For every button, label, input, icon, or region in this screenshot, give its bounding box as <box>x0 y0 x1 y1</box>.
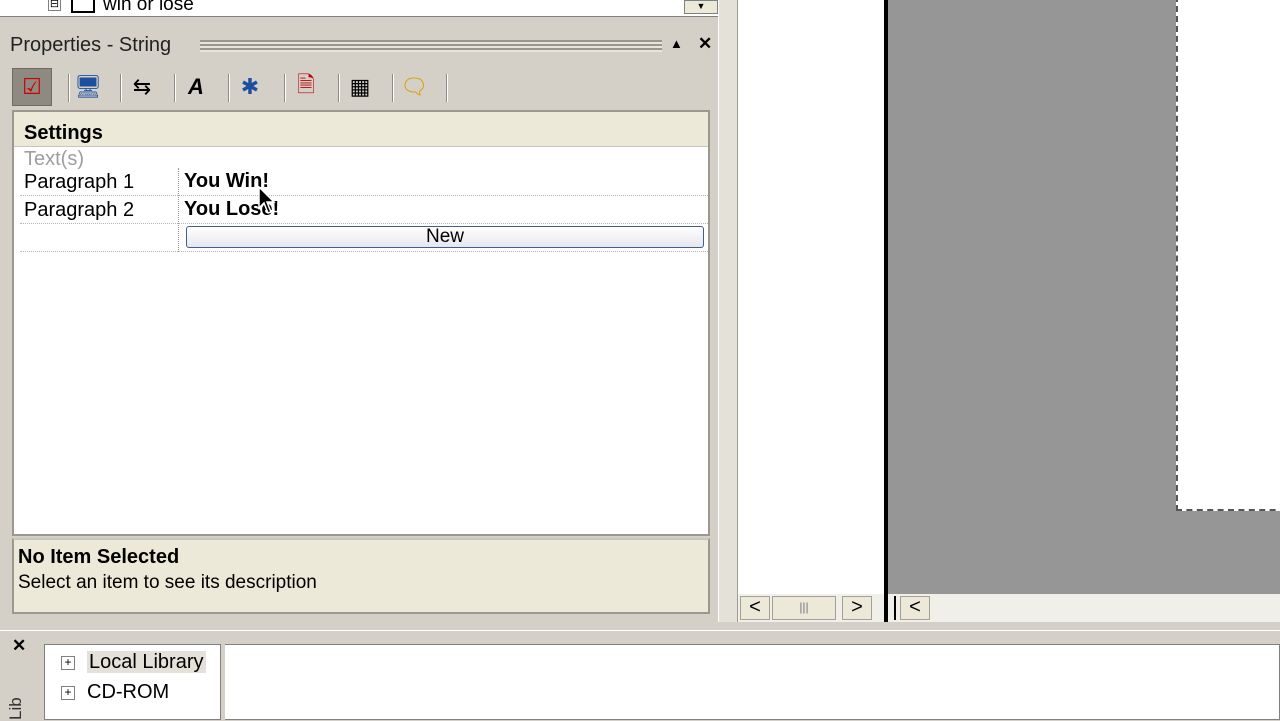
tree-node-label: win or lose <box>103 0 194 15</box>
library-item-local[interactable]: + Local Library <box>61 651 206 674</box>
scroll-left-button[interactable]: < <box>740 596 770 620</box>
tree-dropdown-button[interactable]: ▼ <box>684 0 718 14</box>
folder-icon <box>71 0 95 13</box>
description-text: Select an item to see its description <box>18 572 317 593</box>
close-library-icon[interactable]: ✕ <box>12 636 26 656</box>
property-grid: Settings Text(s) Paragraph 1 You Win! Pa… <box>12 110 710 536</box>
actor-icon[interactable]: ✱ <box>230 68 270 106</box>
settings-section-header[interactable]: Settings <box>14 112 708 147</box>
page-icon[interactable]: 🗎 <box>286 68 326 106</box>
monitor-icon[interactable]: 🖥 <box>68 68 108 106</box>
new-paragraph-button[interactable]: New <box>186 226 704 248</box>
property-label: Paragraph 2 <box>24 199 135 221</box>
library-item-label: Local Library <box>87 651 206 673</box>
stage-left-area <box>738 0 884 594</box>
stage-canvas-page[interactable] <box>1176 0 1280 511</box>
collapse-toggle-icon[interactable]: ⊟ <box>48 0 61 12</box>
scroll-right-button[interactable]: > <box>842 596 872 620</box>
font-icon[interactable]: A <box>176 68 216 106</box>
property-label: Paragraph 1 <box>24 171 135 193</box>
note-icon[interactable]: 🗨 <box>394 68 434 106</box>
properties-panel-title: Properties - String <box>10 34 172 56</box>
description-panel: No Item Selected Select an item to see i… <box>12 538 710 614</box>
grid-table-icon[interactable]: ▦ <box>340 68 380 106</box>
panel-splitter[interactable] <box>718 0 738 622</box>
scroll-thumb[interactable]: ||| <box>772 596 836 620</box>
horizontal-scrollbar-left[interactable]: < ||| > <box>738 594 884 622</box>
checklist-icon[interactable]: ☑ <box>12 68 52 106</box>
move-arrows-icon[interactable]: ⇆ <box>122 68 162 106</box>
library-tab[interactable]: Lib <box>6 686 32 720</box>
property-row-paragraph-2[interactable]: Paragraph 2 You Lose! <box>20 196 708 224</box>
scene-tree-strip: ⊟ win or lose <box>0 0 718 17</box>
close-panel-icon[interactable]: ✕ <box>698 34 712 54</box>
tree-node-win-or-lose[interactable]: ⊟ win or lose <box>48 0 194 16</box>
scroll-left-button[interactable]: < <box>900 596 930 620</box>
property-row-paragraph-1[interactable]: Paragraph 1 You Win! <box>20 168 708 196</box>
panel-drag-grip[interactable] <box>200 40 662 52</box>
description-title: No Item Selected <box>18 546 180 568</box>
collapse-panel-icon[interactable]: ▲ <box>670 36 683 51</box>
library-splitter[interactable] <box>220 644 225 720</box>
expand-icon[interactable]: + <box>61 655 75 670</box>
horizontal-scrollbar-right[interactable]: < <box>888 594 1280 622</box>
settings-label: Settings <box>24 122 103 144</box>
mouse-cursor-icon <box>258 186 276 214</box>
library-item-label: CD-ROM <box>87 681 170 703</box>
library-item-cdrom[interactable]: + CD-ROM <box>61 681 169 704</box>
property-value[interactable]: You Win! <box>184 170 269 193</box>
library-tree: + Local Library + CD-ROM <box>44 644 1280 720</box>
expand-icon[interactable]: + <box>61 685 75 700</box>
